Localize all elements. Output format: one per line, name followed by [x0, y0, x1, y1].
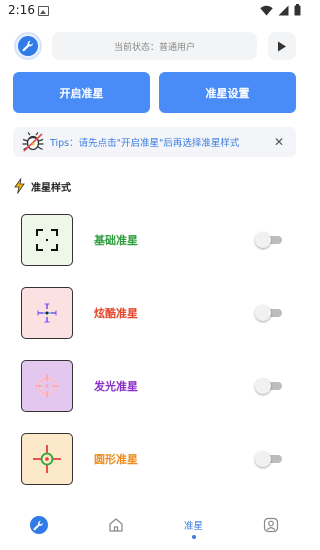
style-toggle[interactable] [255, 305, 283, 321]
nav-item-tools[interactable] [0, 500, 77, 550]
nav-item-profile[interactable] [232, 500, 309, 550]
style-label: 圆形准星 [94, 453, 138, 466]
start-crosshair-button[interactable]: 开启准星 [13, 72, 150, 113]
wrench-icon [29, 516, 48, 534]
nav-label-crosshair: 准星 [183, 520, 203, 532]
style-item-circle[interactable]: 圆形准星 [21, 433, 291, 485]
style-label: 基础准星 [94, 234, 138, 247]
style-label: 发光准星 [94, 380, 138, 393]
wifi-icon [260, 5, 273, 15]
battery-icon [294, 4, 301, 16]
style-item-glow[interactable]: 发光准星 [21, 360, 291, 412]
user-status-text: 当前状态：普通用户 [52, 32, 257, 60]
header-row: 当前状态：普通用户 [14, 32, 296, 60]
style-label: 炫酷准星 [94, 307, 138, 320]
tips-banner: Tips：请先点击"开启准星"后再选择准星样式 ✕ [13, 127, 296, 157]
style-item-basic[interactable]: 基础准星 [21, 214, 291, 266]
style-toggle[interactable] [255, 232, 283, 248]
style-toggle[interactable] [255, 451, 283, 467]
crosshair-settings-button[interactable]: 准星设置 [159, 72, 296, 113]
status-bar: 2:16 [0, 0, 309, 24]
style-toggle[interactable] [255, 378, 283, 394]
bottom-nav: 准星 [0, 500, 309, 550]
basic-crosshair-icon [21, 214, 73, 266]
play-button[interactable] [268, 32, 296, 60]
style-item-cool[interactable]: 炫酷准星 [21, 287, 291, 339]
play-icon [278, 41, 286, 51]
lightning-icon [14, 178, 25, 194]
status-time: 2:16 [8, 3, 35, 17]
tips-text: Tips：请先点击"开启准星"后再选择准星样式 [50, 138, 240, 149]
user-icon [263, 517, 278, 533]
circle-crosshair-icon [21, 433, 73, 485]
nav-item-home[interactable] [77, 500, 154, 550]
status-icons [260, 4, 301, 16]
nav-item-crosshair[interactable]: 准星 [155, 500, 232, 550]
wrench-icon[interactable] [14, 32, 42, 60]
image-icon [38, 6, 49, 16]
cool-crosshair-icon [21, 287, 73, 339]
section-title: 准星样式 [31, 182, 71, 194]
close-icon[interactable]: ✕ [270, 133, 288, 151]
bug-icon [22, 132, 44, 152]
signal-icon [278, 5, 289, 15]
nav-active-indicator [191, 534, 196, 539]
home-icon [108, 518, 123, 532]
section-header: 准星样式 [14, 178, 71, 194]
glow-crosshair-icon [21, 360, 73, 412]
